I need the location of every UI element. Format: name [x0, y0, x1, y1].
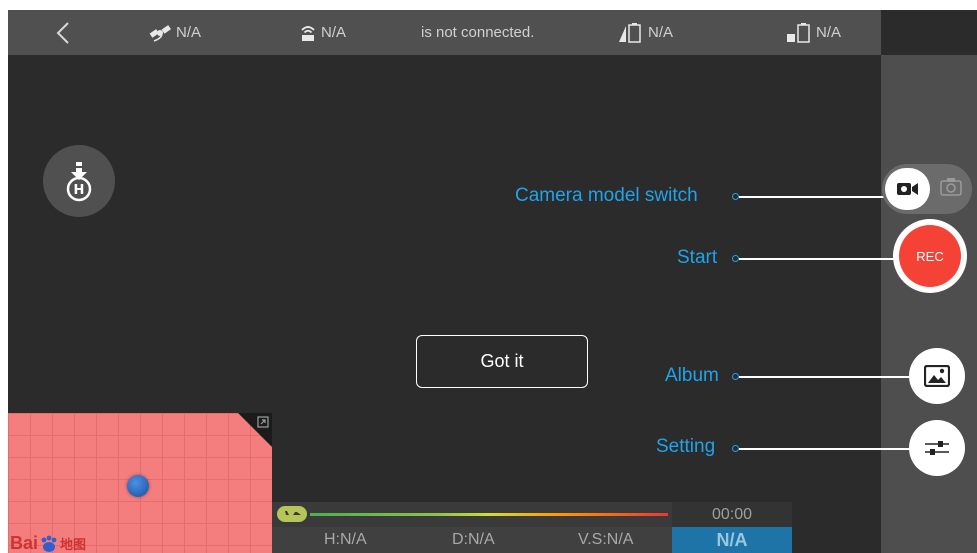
camera-control-panel — [881, 55, 977, 553]
callout-dot — [732, 255, 739, 262]
flight-mode: N/A — [672, 527, 792, 553]
expand-icon[interactable] — [257, 416, 269, 428]
setting-button[interactable] — [909, 420, 965, 476]
distance-value: D:N/A — [452, 531, 495, 548]
camera-screen: N/A N/A is not connected. N/A N/A H Got … — [8, 10, 977, 553]
paw-icon — [41, 535, 57, 552]
callout-line — [739, 196, 891, 198]
record-label: REC — [899, 225, 961, 287]
video-mode-option[interactable] — [885, 168, 930, 210]
gps-value: N/A — [176, 24, 202, 41]
callout-camera-switch: Camera model switch — [515, 185, 698, 206]
map-logo-text: Bai — [10, 533, 39, 553]
callout-start: Start — [677, 247, 718, 268]
flight-progress-bar: 00:00 — [272, 502, 792, 527]
home-landing-icon: H — [66, 162, 92, 202]
remote-battery-value: N/A — [816, 24, 842, 41]
signal-value: N/A — [321, 24, 347, 41]
flight-stats: H:N/A D:N/A V.S:N/A — [272, 527, 672, 553]
gps-status: N/A — [148, 10, 201, 55]
got-it-button[interactable]: Got it — [416, 335, 588, 388]
remote-signal-icon — [301, 25, 315, 41]
vertical-speed-value: V.S:N/A — [578, 531, 634, 548]
connection-text: is not connected. — [421, 24, 535, 41]
video-camera-icon — [896, 183, 918, 195]
map-logo-text-2: 地图 — [60, 537, 87, 552]
chevron-left-icon — [56, 21, 69, 44]
photo-camera-icon[interactable] — [940, 177, 962, 197]
callout-setting: Setting — [656, 436, 716, 457]
callout-dot — [732, 373, 739, 380]
sliders-icon — [925, 441, 949, 455]
flight-timer: 00:00 — [672, 502, 792, 527]
callout-line — [739, 258, 901, 260]
aircraft-battery-value: N/A — [648, 24, 674, 41]
signal-status: N/A — [299, 10, 346, 55]
svg-text:H: H — [74, 183, 85, 198]
return-home-button[interactable]: H — [43, 145, 115, 217]
callout-line — [739, 376, 909, 378]
album-button[interactable] — [909, 348, 965, 404]
satellite-icon — [149, 24, 171, 42]
map-view[interactable]: Bai 地图 — [8, 413, 272, 553]
height-value: H:N/A — [324, 531, 367, 548]
callout-dot — [732, 193, 739, 200]
connection-status: is not connected. — [421, 10, 534, 55]
aircraft-battery-icon — [619, 22, 641, 43]
callout-line — [739, 448, 909, 450]
remote-battery-icon — [787, 22, 810, 43]
camera-mode-switch[interactable] — [882, 164, 972, 214]
record-button[interactable]: REC — [893, 219, 967, 293]
plane-icon — [277, 506, 307, 522]
status-bar: N/A N/A is not connected. N/A N/A — [8, 10, 881, 55]
callout-album: Album — [665, 365, 719, 386]
remote-battery-status: N/A — [786, 10, 841, 55]
callout-dot — [732, 445, 739, 452]
back-button[interactable] — [46, 10, 80, 55]
album-icon — [924, 365, 950, 387]
aircraft-battery-status: N/A — [618, 10, 673, 55]
map-logo: Bai 地图 — [10, 533, 86, 553]
telemetry-bar: 00:00 H:N/A D:N/A V.S:N/A N/A — [272, 502, 792, 553]
location-marker — [127, 475, 149, 497]
progress-gradient-line — [310, 513, 668, 516]
